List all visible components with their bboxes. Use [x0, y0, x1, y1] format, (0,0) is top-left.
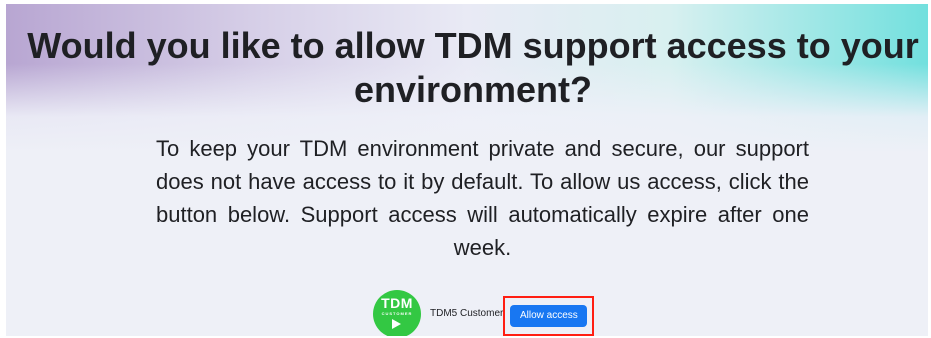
allow-access-highlight: Allow access [503, 296, 595, 336]
play-icon [392, 319, 401, 329]
logo-title: TDM [381, 295, 413, 311]
tdm-customer-logo: TDM CUSTOMER [373, 290, 421, 336]
page-title: Would you like to allow TDM support acce… [27, 25, 919, 110]
customer-name: TDM5 Customer [430, 308, 504, 319]
allow-access-button[interactable]: Allow access [510, 305, 588, 327]
support-access-description: To keep your TDM environment private and… [156, 136, 809, 260]
customer-row: TDM CUSTOMER TDM5 Customer Allow access [373, 288, 595, 336]
logo-subtitle: CUSTOMER [381, 311, 413, 316]
support-access-dialog: Would you like to allow TDM support acce… [6, 4, 928, 336]
